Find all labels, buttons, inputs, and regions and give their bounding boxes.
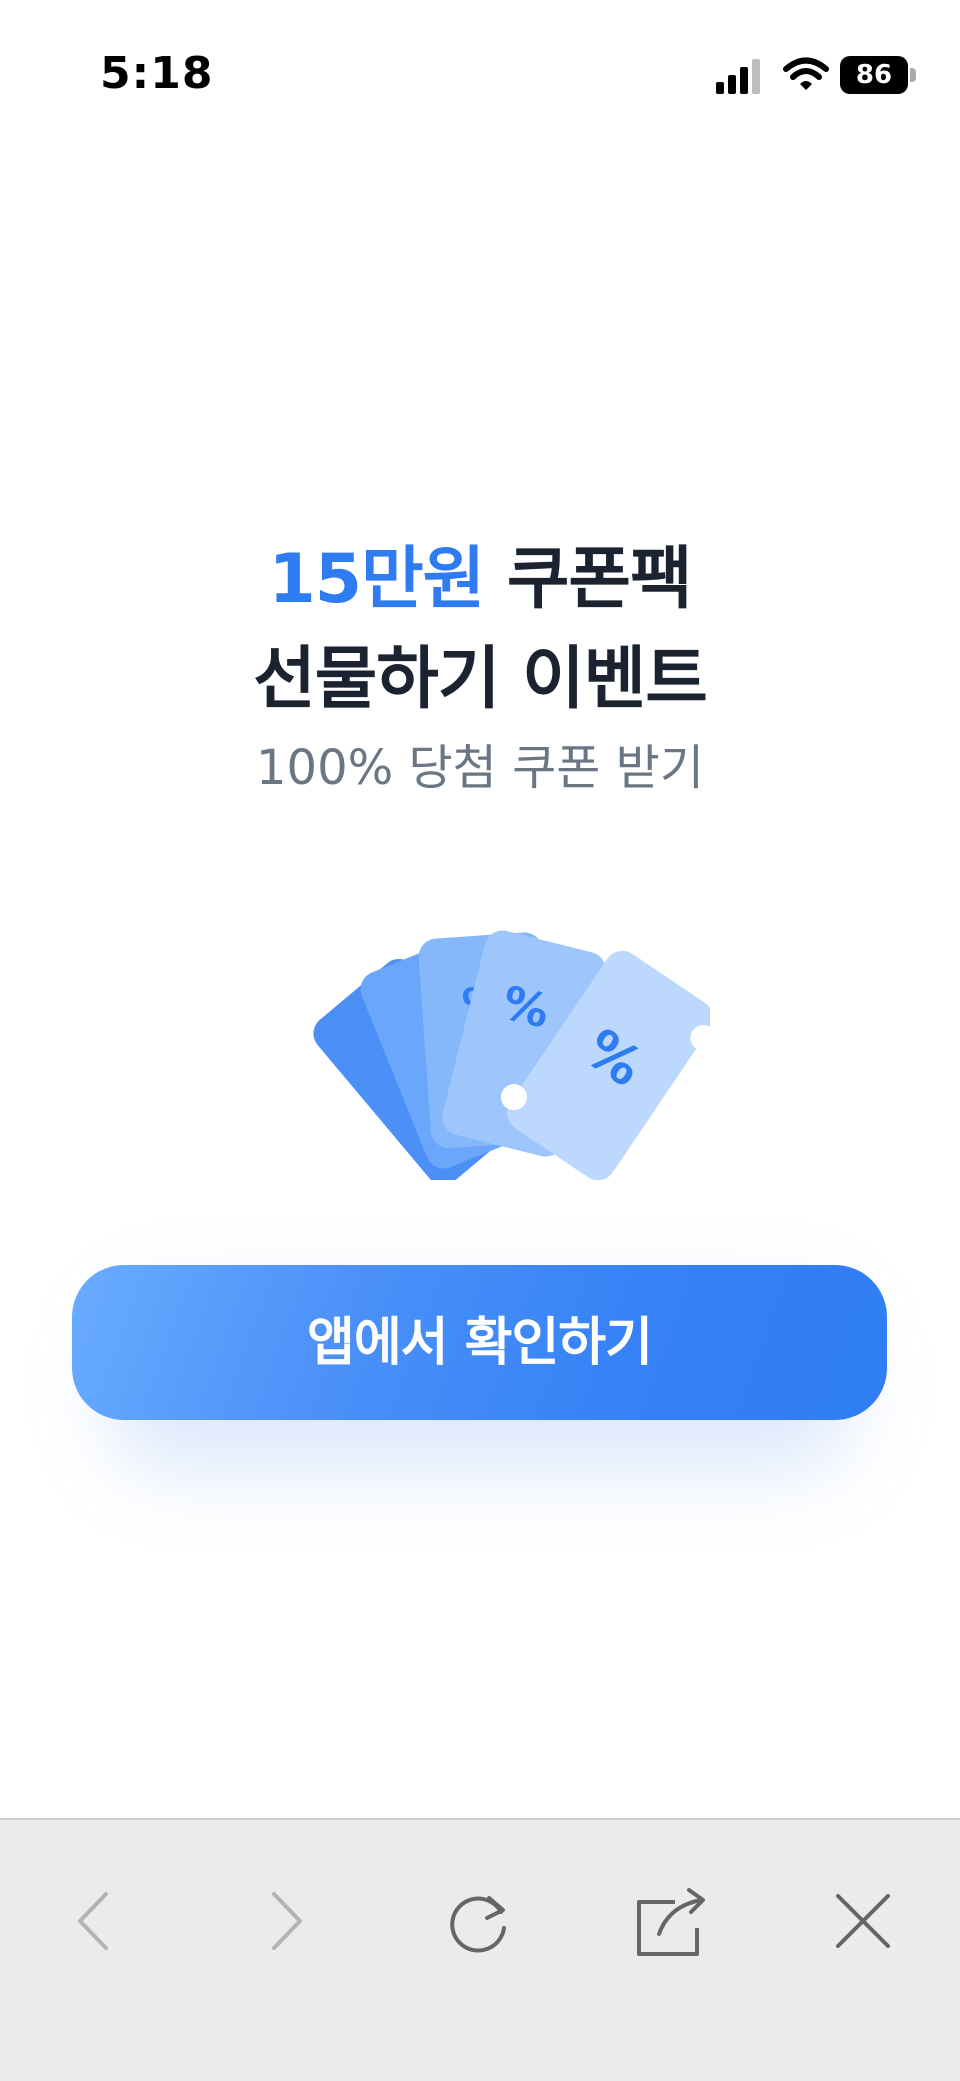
back-button[interactable] xyxy=(50,1876,140,1966)
battery-icon: 86 xyxy=(840,56,908,94)
forward-arrow-icon xyxy=(272,1892,302,1950)
status-time: 5:18 xyxy=(100,48,214,99)
coupon-tickets-icon: % % % % xyxy=(313,930,710,1180)
back-arrow-icon xyxy=(78,1892,108,1950)
open-in-app-button[interactable]: 앱에서 확인하기 xyxy=(72,1265,887,1420)
browser-toolbar xyxy=(0,1818,960,2081)
battery-cap xyxy=(910,68,916,82)
forward-button[interactable] xyxy=(240,1876,330,1966)
wifi-icon xyxy=(783,57,829,90)
close-icon xyxy=(836,1894,890,1948)
share-button[interactable] xyxy=(625,1876,715,1966)
reload-button[interactable] xyxy=(433,1876,523,1966)
page-title: 15만원 쿠폰팩 선물하기 이벤트 xyxy=(0,530,960,730)
status-bar: 5:18 86 xyxy=(0,0,960,150)
cellular-signal-icon xyxy=(716,59,760,94)
subtitle: 100% 당첨 쿠폰 받기 xyxy=(256,740,704,796)
share-icon xyxy=(637,1888,705,1956)
title-line-2: 선물하기 이벤트 xyxy=(253,640,708,719)
title-coupon-pack: 쿠폰팩 xyxy=(484,540,693,619)
close-button[interactable] xyxy=(818,1876,908,1966)
title-line-1: 15만원 쿠폰팩 xyxy=(0,530,960,630)
reload-icon xyxy=(450,1896,506,1953)
title-amount: 15만원 xyxy=(268,540,485,619)
